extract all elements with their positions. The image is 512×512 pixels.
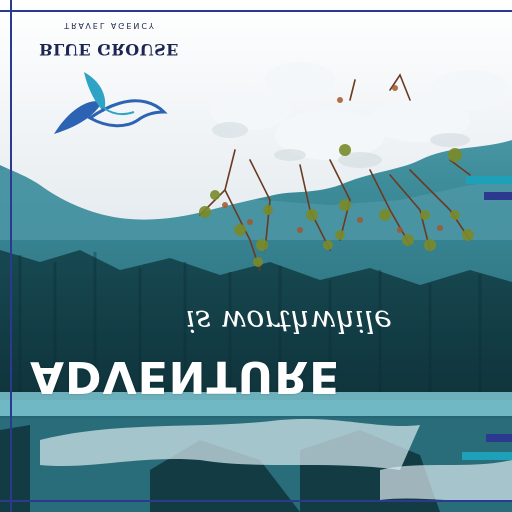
accent-bar-navy-upper xyxy=(484,192,512,200)
accent-bar-teal-upper xyxy=(466,176,512,184)
frame-left-line xyxy=(10,0,12,512)
headline-text: ADVENTURE xyxy=(30,351,341,402)
frame-bottom-line xyxy=(0,500,512,502)
frame-top-line xyxy=(0,10,512,12)
accent-bar-teal-lower xyxy=(462,452,512,460)
travel-poster: TRAVEL AGENCY BLUE GROUSE is worthwhile … xyxy=(0,0,512,512)
tagline-text: is worthwhile xyxy=(186,303,392,338)
brand-subtitle: TRAVEL AGENCY xyxy=(64,21,156,30)
accent-bar-navy-lower xyxy=(486,434,512,442)
grouse-bird-icon xyxy=(54,72,168,134)
brand-name: BLUE GROUSE xyxy=(39,40,179,59)
